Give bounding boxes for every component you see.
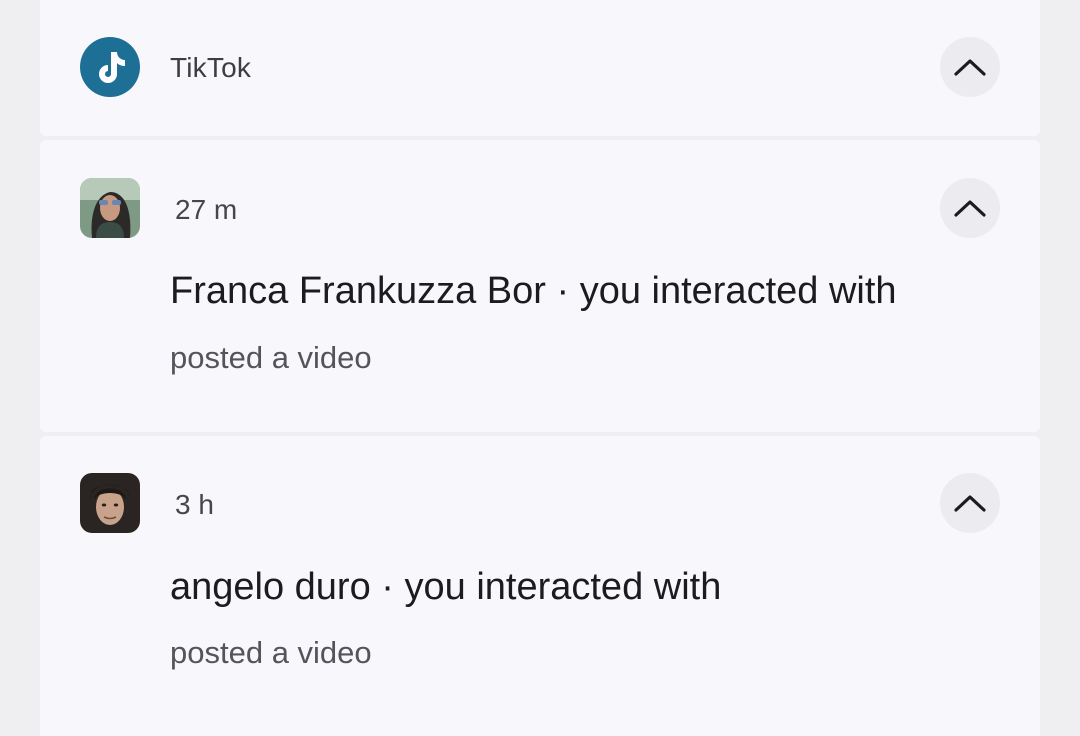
- avatar: [80, 473, 140, 533]
- collapse-button[interactable]: [940, 37, 1000, 97]
- notification-card[interactable]: 27 m Franca Frankuzza Bor · you interact…: [40, 140, 1040, 432]
- notification-title: Franca Frankuzza Bor · you interacted wi…: [170, 270, 897, 312]
- tiktok-logo-icon: [80, 37, 140, 97]
- notification-body: posted a video: [170, 635, 372, 670]
- notification-title: angelo duro · you interacted with: [170, 566, 722, 608]
- notification-body: posted a video: [170, 340, 372, 375]
- chevron-up-icon: [954, 200, 986, 217]
- app-header-card[interactable]: TikTok: [40, 0, 1040, 136]
- chevron-up-icon: [954, 59, 986, 76]
- notification-time: 27 m: [175, 194, 238, 225]
- notification-time: 3 h: [175, 489, 214, 520]
- app-name: TikTok: [170, 52, 252, 83]
- chevron-up-icon: [954, 495, 986, 512]
- notification-card[interactable]: 3 h angelo duro · you interacted with po…: [40, 436, 1040, 736]
- collapse-button[interactable]: [940, 178, 1000, 238]
- avatar: [80, 178, 140, 238]
- collapse-button[interactable]: [940, 473, 1000, 533]
